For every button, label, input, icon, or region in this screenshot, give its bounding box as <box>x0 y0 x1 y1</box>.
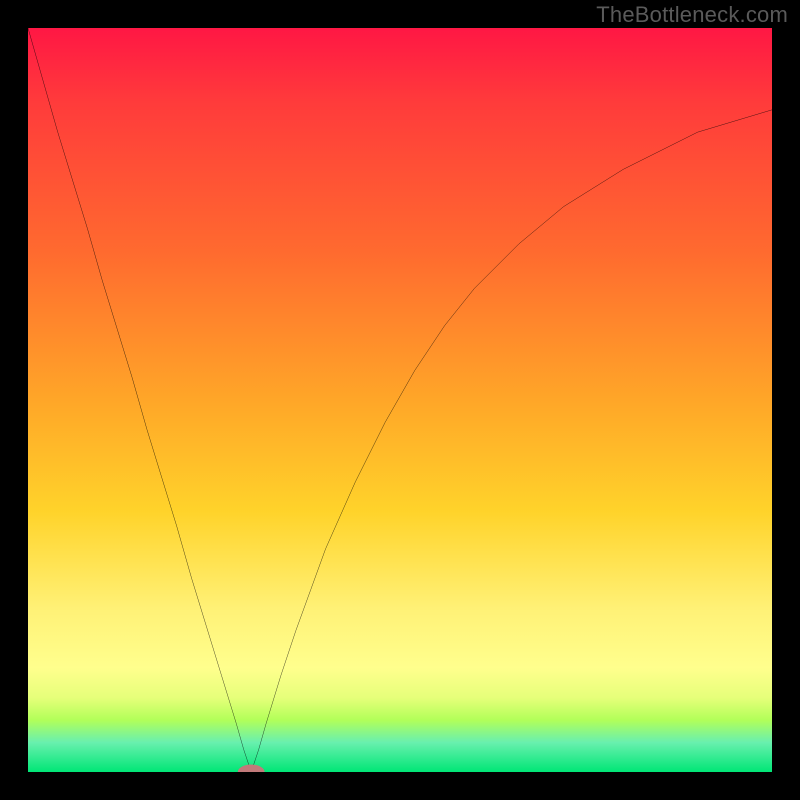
chart-frame: TheBottleneck.com <box>0 0 800 800</box>
minimum-marker <box>238 765 265 772</box>
watermark-text: TheBottleneck.com <box>596 2 788 28</box>
plot-area <box>28 28 772 772</box>
curve-layer <box>28 28 772 772</box>
bottleneck-curve <box>28 28 772 772</box>
